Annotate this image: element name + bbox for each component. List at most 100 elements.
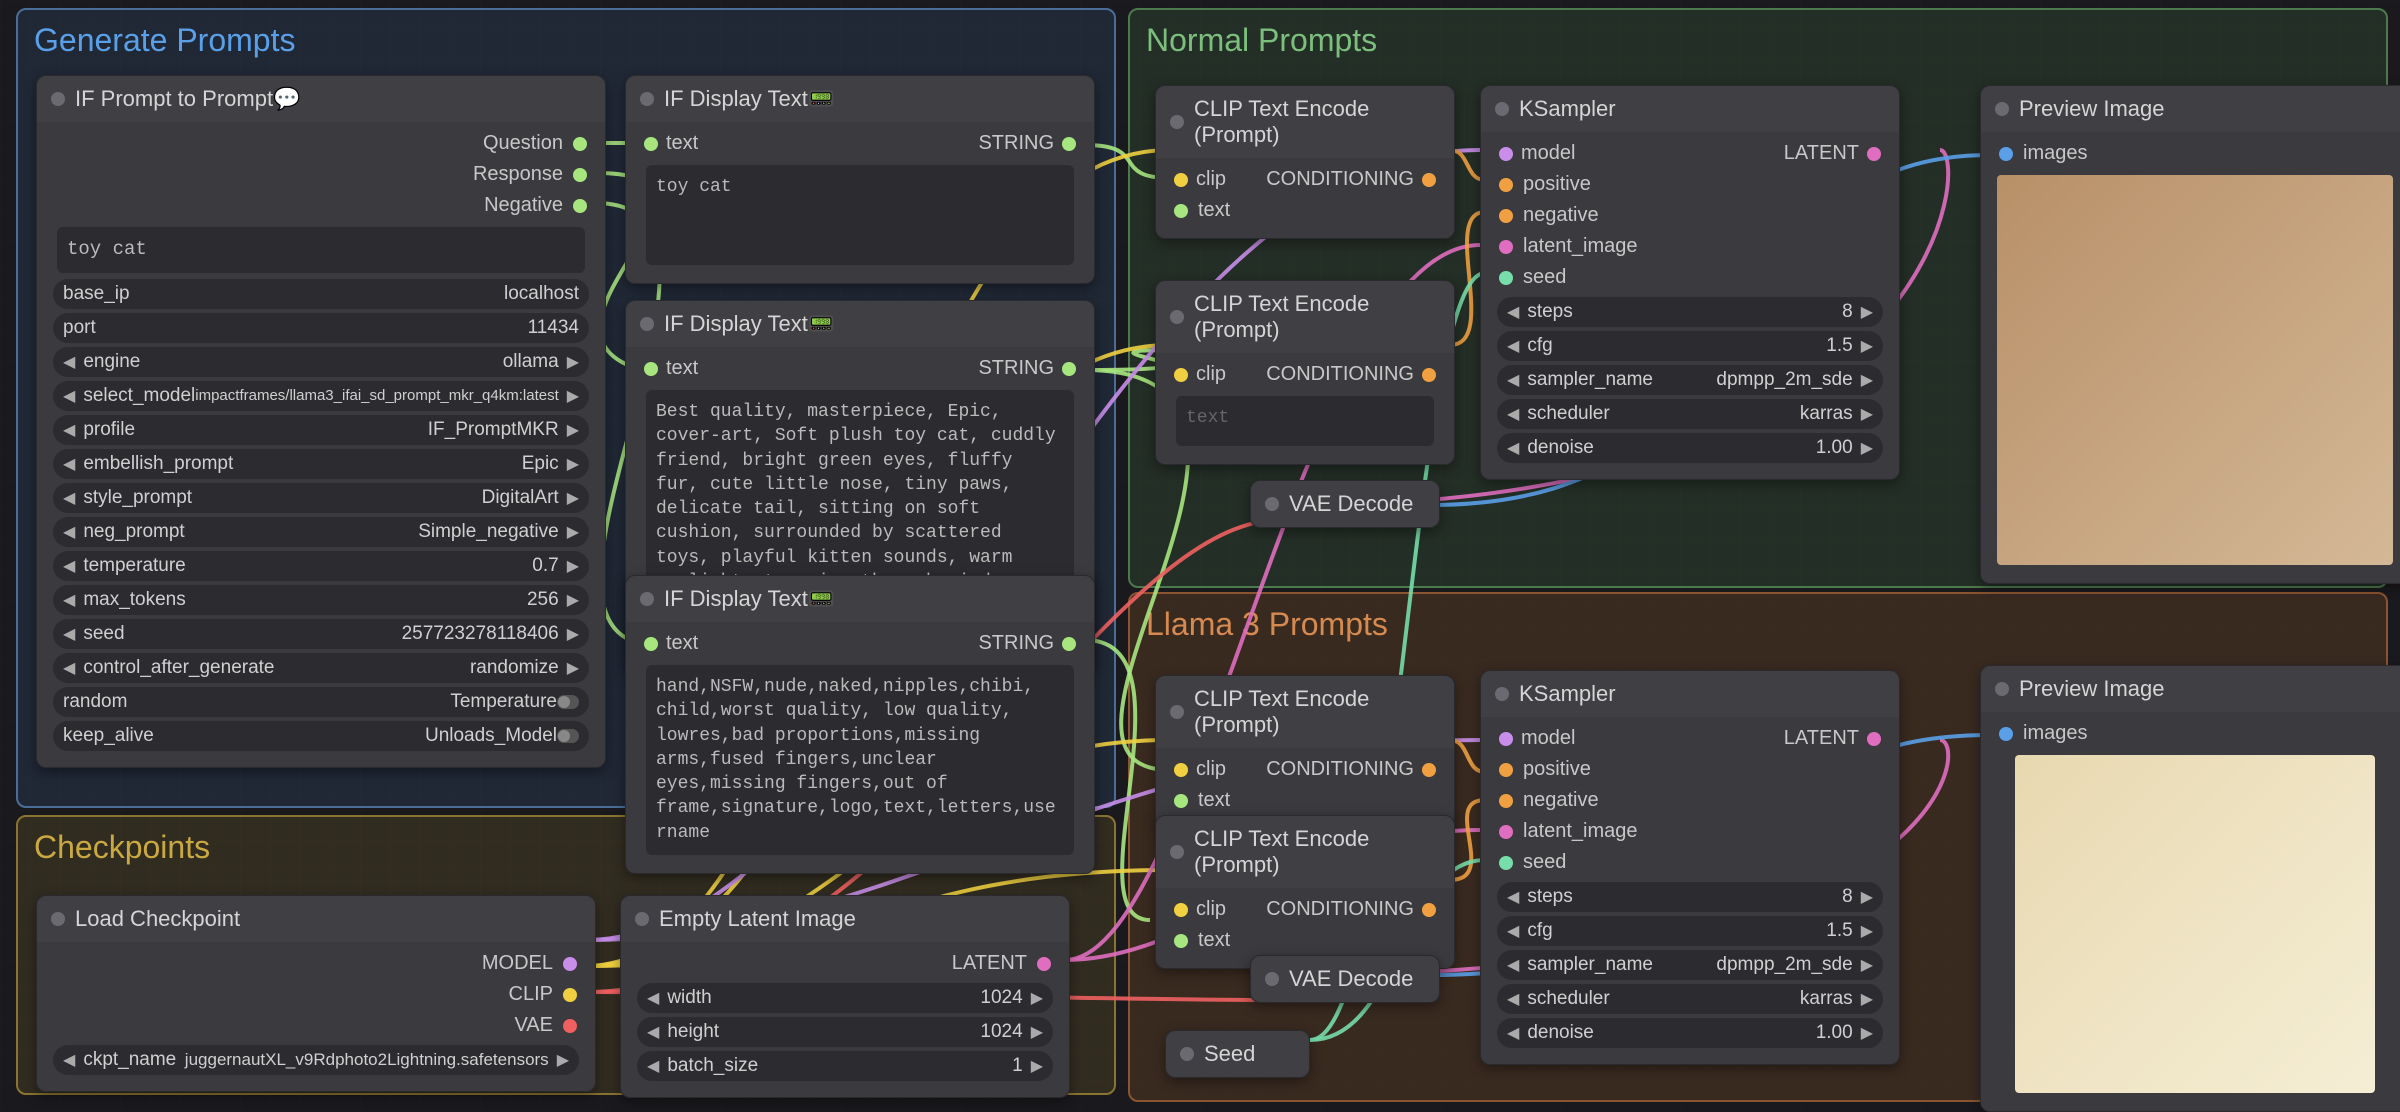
node-preview-image-normal[interactable]: Preview Image images bbox=[1980, 85, 2400, 584]
input-port[interactable] bbox=[1499, 732, 1513, 746]
node-preview-image-llama[interactable]: Preview Image images bbox=[1980, 665, 2400, 1112]
param-steps[interactable]: ◀steps 8▶ bbox=[1497, 882, 1883, 912]
toggle-switch[interactable] bbox=[557, 695, 579, 709]
chevron-left-icon[interactable]: ◀ bbox=[1507, 921, 1519, 941]
preview-image[interactable] bbox=[2015, 755, 2375, 1093]
chevron-left-icon[interactable]: ◀ bbox=[63, 658, 75, 678]
output-port[interactable] bbox=[1422, 173, 1436, 187]
param-denoise[interactable]: ◀denoise 1.00▶ bbox=[1497, 1018, 1883, 1048]
chevron-right-icon[interactable]: ▶ bbox=[557, 1050, 569, 1070]
node-header[interactable]: IF Display Text📟 bbox=[626, 76, 1094, 122]
node-header[interactable]: KSampler bbox=[1481, 671, 1899, 717]
node-ksampler-llama[interactable]: KSampler modelLATENT positive negative l… bbox=[1480, 670, 1900, 1065]
output-port[interactable] bbox=[1037, 957, 1051, 971]
chevron-left-icon[interactable]: ◀ bbox=[63, 454, 75, 474]
node-vae-decode-llama[interactable]: VAE Decode bbox=[1250, 955, 1440, 1003]
chevron-right-icon[interactable]: ▶ bbox=[1031, 1022, 1043, 1042]
input-port[interactable] bbox=[1499, 271, 1513, 285]
input-port[interactable] bbox=[1999, 727, 2013, 741]
output-port[interactable] bbox=[563, 988, 577, 1002]
chevron-right-icon[interactable]: ▶ bbox=[1861, 336, 1873, 356]
param-scheduler[interactable]: ◀scheduler karras▶ bbox=[1497, 399, 1883, 429]
collapse-icon[interactable] bbox=[1265, 972, 1279, 986]
chevron-left-icon[interactable]: ◀ bbox=[63, 488, 75, 508]
node-clip-encode-normal-pos[interactable]: CLIP Text Encode (Prompt) clipCONDITIONI… bbox=[1155, 85, 1455, 239]
param-height[interactable]: ◀height 1024▶ bbox=[637, 1017, 1053, 1047]
chevron-right-icon[interactable]: ▶ bbox=[1861, 1023, 1873, 1043]
output-port[interactable] bbox=[573, 199, 587, 213]
input-port[interactable] bbox=[1499, 178, 1513, 192]
collapse-icon[interactable] bbox=[1495, 687, 1509, 701]
collapse-icon[interactable] bbox=[1265, 497, 1279, 511]
collapse-icon[interactable] bbox=[640, 92, 654, 106]
collapse-icon[interactable] bbox=[1170, 115, 1184, 129]
input-port-text[interactable] bbox=[1174, 204, 1188, 218]
node-if-prompt-to-prompt[interactable]: IF Prompt to Prompt💬 Question Response N… bbox=[36, 75, 606, 768]
param-sampler_name[interactable]: ◀sampler_name dpmpp_2m_sde▶ bbox=[1497, 365, 1883, 395]
chevron-right-icon[interactable]: ▶ bbox=[1861, 302, 1873, 322]
param-embellish_prompt[interactable]: ◀embellish_prompt Epic▶ bbox=[53, 449, 589, 479]
collapse-icon[interactable] bbox=[1995, 682, 2009, 696]
param-steps[interactable]: ◀steps 8▶ bbox=[1497, 297, 1883, 327]
output-port[interactable] bbox=[1422, 368, 1436, 382]
param-engine[interactable]: ◀engine ollama▶ bbox=[53, 347, 589, 377]
chevron-right-icon[interactable]: ▶ bbox=[567, 658, 579, 678]
param-select_model[interactable]: ◀select_model impactframes/llama3_ifai_s… bbox=[53, 381, 589, 411]
output-port[interactable] bbox=[1062, 637, 1076, 651]
chevron-left-icon[interactable]: ◀ bbox=[1507, 887, 1519, 907]
node-clip-encode-llama-pos[interactable]: CLIP Text Encode (Prompt) clipCONDITIONI… bbox=[1155, 675, 1455, 829]
input-port-clip[interactable] bbox=[1174, 173, 1188, 187]
input-port[interactable] bbox=[1499, 825, 1513, 839]
chevron-left-icon[interactable]: ◀ bbox=[63, 556, 75, 576]
output-port[interactable] bbox=[1867, 732, 1881, 746]
param-random[interactable]: random Temperature bbox=[53, 687, 589, 717]
node-if-display-text-3[interactable]: IF Display Text📟 textSTRING hand,NSFW,nu… bbox=[625, 575, 1095, 874]
collapse-icon[interactable] bbox=[1995, 102, 2009, 116]
output-port[interactable] bbox=[1062, 362, 1076, 376]
output-port[interactable] bbox=[573, 137, 587, 151]
param-temperature[interactable]: ◀temperature 0.7▶ bbox=[53, 551, 589, 581]
param-base_ip[interactable]: base_ip localhost bbox=[53, 279, 589, 309]
param-neg_prompt[interactable]: ◀neg_prompt Simple_negative▶ bbox=[53, 517, 589, 547]
collapse-icon[interactable] bbox=[1170, 845, 1184, 859]
chevron-left-icon[interactable]: ◀ bbox=[63, 1050, 75, 1070]
output-port[interactable] bbox=[1867, 147, 1881, 161]
chevron-right-icon[interactable]: ▶ bbox=[1031, 1056, 1043, 1076]
node-header[interactable]: Preview Image bbox=[1981, 666, 2400, 712]
param-denoise[interactable]: ◀denoise 1.00▶ bbox=[1497, 433, 1883, 463]
chevron-right-icon[interactable]: ▶ bbox=[567, 590, 579, 610]
node-header[interactable]: IF Display Text📟 bbox=[626, 301, 1094, 347]
chevron-right-icon[interactable]: ▶ bbox=[1861, 438, 1873, 458]
chevron-right-icon[interactable]: ▶ bbox=[1861, 887, 1873, 907]
input-port-clip[interactable] bbox=[1174, 763, 1188, 777]
param-cfg[interactable]: ◀cfg 1.5▶ bbox=[1497, 331, 1883, 361]
node-header[interactable]: CLIP Text Encode (Prompt) bbox=[1156, 281, 1454, 353]
node-header[interactable]: VAE Decode bbox=[1251, 956, 1439, 1002]
node-header[interactable]: Load Checkpoint bbox=[37, 896, 595, 942]
chevron-left-icon[interactable]: ◀ bbox=[63, 420, 75, 440]
param-seed[interactable]: ◀seed 257723278118406▶ bbox=[53, 619, 589, 649]
chevron-right-icon[interactable]: ▶ bbox=[567, 624, 579, 644]
param-scheduler[interactable]: ◀scheduler karras▶ bbox=[1497, 984, 1883, 1014]
param-sampler_name[interactable]: ◀sampler_name dpmpp_2m_sde▶ bbox=[1497, 950, 1883, 980]
node-clip-encode-llama-neg[interactable]: CLIP Text Encode (Prompt) clipCONDITIONI… bbox=[1155, 815, 1455, 969]
chevron-right-icon[interactable]: ▶ bbox=[567, 420, 579, 440]
node-header[interactable]: IF Prompt to Prompt💬 bbox=[37, 76, 605, 122]
collapse-icon[interactable] bbox=[51, 912, 65, 926]
chevron-left-icon[interactable]: ◀ bbox=[647, 1056, 659, 1076]
chevron-left-icon[interactable]: ◀ bbox=[1507, 370, 1519, 390]
node-header[interactable]: Empty Latent Image bbox=[621, 896, 1069, 942]
output-port[interactable] bbox=[563, 957, 577, 971]
chevron-left-icon[interactable]: ◀ bbox=[647, 1022, 659, 1042]
param-batch_size[interactable]: ◀batch_size 1▶ bbox=[637, 1051, 1053, 1081]
chevron-left-icon[interactable]: ◀ bbox=[1507, 336, 1519, 356]
chevron-left-icon[interactable]: ◀ bbox=[1507, 404, 1519, 424]
collapse-icon[interactable] bbox=[640, 317, 654, 331]
param-profile[interactable]: ◀profile IF_PromptMKR▶ bbox=[53, 415, 589, 445]
chevron-right-icon[interactable]: ▶ bbox=[1861, 404, 1873, 424]
chevron-right-icon[interactable]: ▶ bbox=[567, 352, 579, 372]
node-load-checkpoint[interactable]: Load Checkpoint MODEL CLIP VAE ◀ckpt_nam… bbox=[36, 895, 596, 1092]
input-port[interactable] bbox=[1999, 147, 2013, 161]
output-port[interactable] bbox=[1422, 763, 1436, 777]
chevron-left-icon[interactable]: ◀ bbox=[63, 522, 75, 542]
